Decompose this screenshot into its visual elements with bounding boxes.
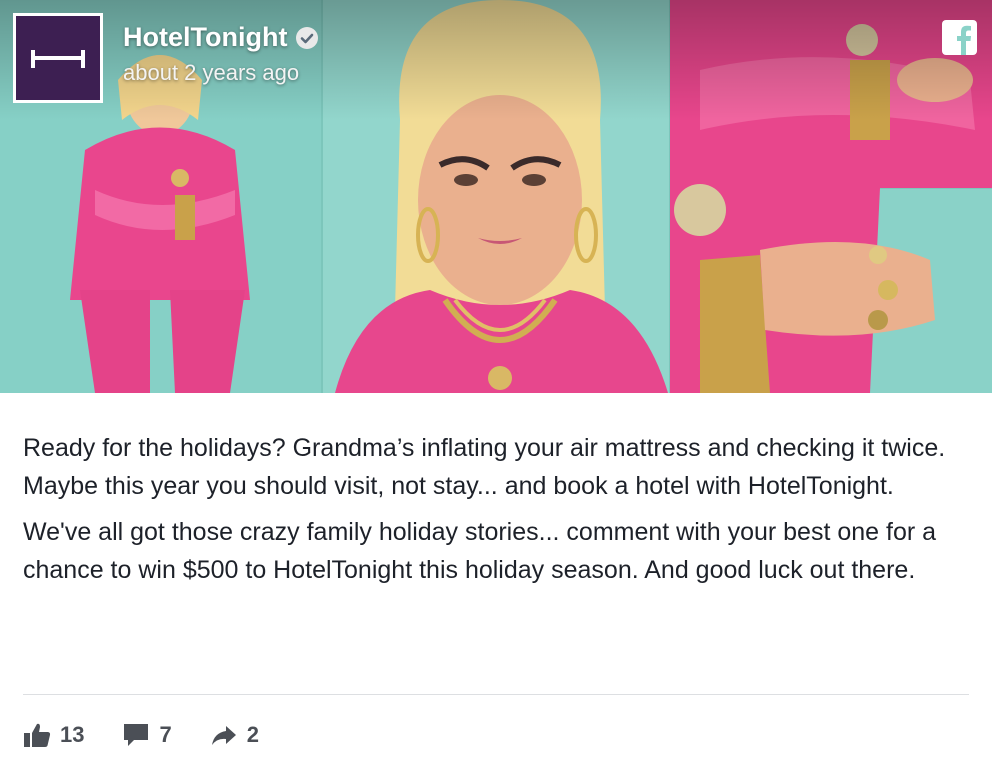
facebook-post-card: HotelTonight about 2 years ago Ready for…	[0, 0, 992, 774]
comment-count: 7	[159, 722, 172, 747]
comment-button[interactable]: 7	[122, 722, 172, 748]
page-name-label[interactable]: HotelTonight	[123, 22, 287, 53]
comment-bubble-icon	[124, 724, 149, 746]
post-paragraph: Ready for the holidays? Grandma’s inflat…	[23, 434, 946, 500]
like-count: 13	[60, 722, 85, 747]
page-name[interactable]: HotelTonight	[123, 22, 319, 53]
action-bar: 13 7 2	[23, 718, 297, 752]
post-timestamp[interactable]: about 2 years ago	[123, 60, 299, 86]
share-button[interactable]: 2	[210, 722, 259, 748]
post-paragraph: We've all got those crazy family holiday…	[23, 518, 937, 584]
bed-logo-icon	[16, 16, 100, 100]
like-button[interactable]: 13	[23, 722, 84, 748]
page-avatar[interactable]	[13, 13, 103, 103]
post-image[interactable]	[0, 0, 992, 393]
post-text: Ready for the holidays? Grandma’s inflat…	[23, 429, 968, 597]
thumbs-up-icon	[24, 723, 51, 747]
share-count: 2	[246, 722, 259, 747]
divider	[23, 694, 969, 695]
verified-check-icon	[296, 26, 319, 49]
share-arrow-icon	[211, 726, 236, 745]
facebook-icon[interactable]	[942, 20, 977, 55]
